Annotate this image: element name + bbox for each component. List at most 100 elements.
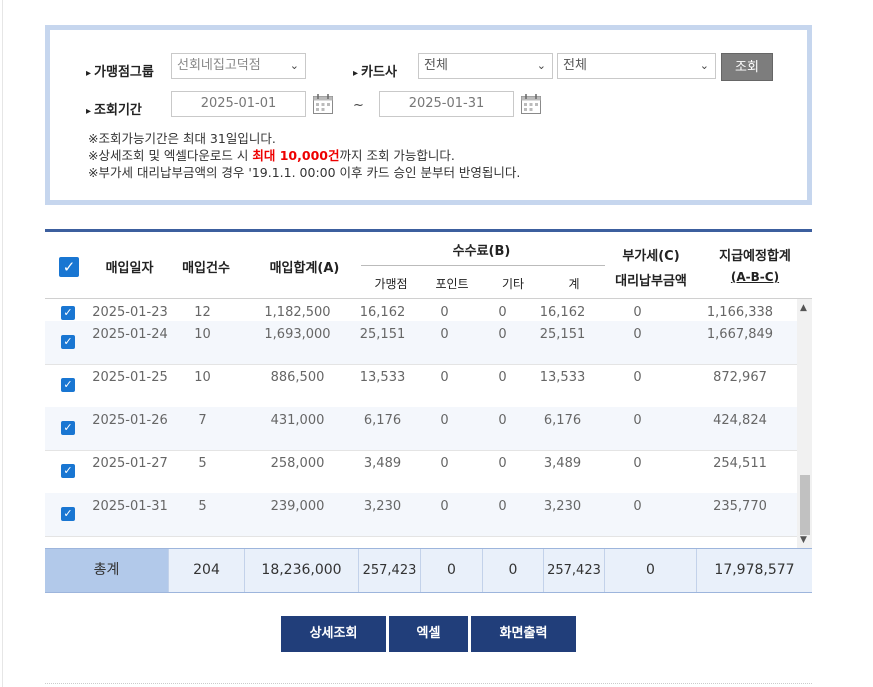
cell-payout: 254,511 bbox=[713, 456, 767, 471]
cell-fee-point: 0 bbox=[440, 370, 449, 385]
scrollbar-thumb[interactable] bbox=[800, 475, 810, 535]
chevron-down-icon: ⌄ bbox=[289, 59, 299, 72]
cell-date: 2025-01-25 bbox=[92, 370, 168, 385]
period-label: ▸ 조회기간 bbox=[86, 103, 142, 118]
header-vat: 부가세(C) bbox=[622, 249, 680, 264]
bullet-arrow-icon: ▸ bbox=[353, 68, 359, 79]
page-left-border bbox=[2, 0, 3, 687]
cell-fee-merchant: 6,176 bbox=[363, 413, 402, 428]
cell-sum: 1,693,000 bbox=[264, 327, 331, 342]
cell-vat: 0 bbox=[633, 499, 642, 514]
notice-text: ※조회가능기간은 최대 31일입니다. ※상세조회 및 엑셀다운로드 시 최대 … bbox=[88, 130, 520, 181]
cell-fee-total: 6,176 bbox=[543, 413, 582, 428]
row-checkbox[interactable]: ✓ bbox=[61, 421, 75, 435]
cell-fee-merchant: 3,489 bbox=[363, 456, 402, 471]
header-fee-point: 포인트 bbox=[435, 277, 469, 291]
card-company-select[interactable]: 전체 ⌄ bbox=[418, 53, 553, 79]
total-fee-merchant: 257,423 bbox=[359, 549, 421, 592]
cell-date: 2025-01-24 bbox=[92, 327, 168, 342]
cell-fee-other: 0 bbox=[498, 413, 507, 428]
cell-sum: 431,000 bbox=[270, 413, 325, 428]
notice-line-1: ※조회가능기간은 최대 31일입니다. bbox=[88, 131, 276, 146]
date-to-input[interactable]: 2025-01-31 bbox=[379, 91, 514, 117]
cell-count: 10 bbox=[194, 370, 211, 385]
print-button[interactable]: 화면출력 bbox=[471, 616, 576, 652]
row-checkbox[interactable]: ✓ bbox=[61, 464, 75, 478]
total-sum: 18,236,000 bbox=[245, 549, 359, 592]
cell-fee-point: 0 bbox=[440, 499, 449, 514]
total-payout: 17,978,577 bbox=[714, 562, 795, 578]
merchant-group-select[interactable]: 선회네집고덕점 ⌄ bbox=[171, 53, 306, 79]
cell-fee-total: 3,230 bbox=[543, 499, 582, 514]
table-body: ✓ 2025-01-23 12 1,182,500 16,162 0 0 16,… bbox=[45, 299, 797, 548]
header-count: 매입건수 bbox=[182, 261, 230, 276]
row-checkbox[interactable]: ✓ bbox=[61, 335, 75, 349]
total-label: 총계 bbox=[45, 549, 169, 592]
chevron-down-icon: ⌄ bbox=[699, 59, 709, 72]
row-checkbox[interactable]: ✓ bbox=[61, 306, 75, 320]
table-scrollbar[interactable]: ▲ ▼ bbox=[797, 299, 812, 548]
header-payout-formula: (A-B-C) bbox=[730, 270, 780, 284]
total-vat: 0 bbox=[605, 549, 697, 592]
total-fee-point: 0 bbox=[421, 549, 483, 592]
select-all-checkbox[interactable]: ✓ bbox=[59, 257, 79, 277]
date-range-separator: ~ bbox=[353, 98, 364, 113]
bullet-arrow-icon: ▸ bbox=[86, 68, 92, 79]
scroll-up-arrow-icon[interactable]: ▲ bbox=[800, 303, 807, 313]
total-count: 204 bbox=[169, 549, 245, 592]
header-date: 매입일자 bbox=[105, 261, 154, 276]
cell-date: 2025-01-31 bbox=[92, 499, 168, 514]
header-fee: 수수료(B) bbox=[452, 244, 511, 259]
cell-sum: 886,500 bbox=[270, 370, 325, 385]
total-row: 총계 204 18,236,000 257,423 0 0 257,423 0 … bbox=[45, 548, 812, 593]
cell-fee-other: 0 bbox=[498, 456, 507, 471]
calendar-icon[interactable] bbox=[520, 93, 542, 115]
cell-fee-other: 0 bbox=[498, 499, 507, 514]
cell-fee-other: 0 bbox=[498, 370, 507, 385]
cell-vat: 0 bbox=[633, 456, 642, 471]
cell-fee-merchant: 3,230 bbox=[363, 499, 402, 514]
cell-count: 7 bbox=[198, 413, 207, 428]
search-button[interactable]: 조회 bbox=[721, 53, 773, 81]
cell-fee-other: 0 bbox=[498, 327, 507, 342]
cell-payout: 1,667,849 bbox=[706, 327, 774, 342]
card-company-sub-select[interactable]: 전체 ⌄ bbox=[557, 53, 716, 79]
header-fee-other: 기타 bbox=[501, 277, 525, 291]
search-filter-panel: ▸ 가맹점그룹 선회네집고덕점 ⌄ ▸ 카드사 전체 ⌄ 전체 ⌄ 조회 ▸ 조회기간… bbox=[45, 25, 812, 205]
cell-fee-merchant: 25,151 bbox=[359, 327, 406, 342]
detail-view-button[interactable]: 상세조회 bbox=[281, 616, 386, 652]
header-fee-merchant: 가맹점 bbox=[374, 277, 408, 291]
header-fee-total: 계 bbox=[568, 277, 580, 291]
header-sum: 매입합계(A) bbox=[269, 261, 340, 276]
notice-line-3: ※부가세 대리납부금액의 경우 '19.1.1. 00:00 이후 카드 승인 … bbox=[88, 165, 521, 180]
chevron-down-icon: ⌄ bbox=[536, 59, 546, 72]
date-from-input[interactable]: 2025-01-01 bbox=[171, 91, 306, 117]
row-checkbox[interactable]: ✓ bbox=[61, 378, 75, 392]
cell-fee-point: 0 bbox=[440, 327, 449, 342]
cell-fee-total: 3,489 bbox=[543, 456, 582, 471]
total-fee-other: 0 bbox=[483, 549, 544, 592]
cell-vat: 0 bbox=[633, 327, 642, 342]
header-vat-proxy: 대리납부금액 bbox=[615, 274, 687, 289]
excel-button[interactable]: 엑셀 bbox=[389, 616, 468, 652]
cell-sum: 258,000 bbox=[270, 456, 325, 471]
card-company-label: ▸ 카드사 bbox=[353, 65, 397, 80]
bullet-arrow-icon: ▸ bbox=[86, 106, 92, 117]
header-fee-divider bbox=[361, 265, 605, 266]
cell-fee-point: 0 bbox=[440, 413, 449, 428]
cell-vat: 0 bbox=[633, 370, 642, 385]
notice-line-2: ※상세조회 및 엑셀다운로드 시 최대 10,000건까지 조회 가능합니다. bbox=[88, 148, 455, 163]
row-checkbox[interactable]: ✓ bbox=[61, 507, 75, 521]
cell-payout: 235,770 bbox=[713, 499, 767, 514]
scroll-down-arrow-icon[interactable]: ▼ bbox=[800, 535, 807, 545]
table-row[interactable]: ✓ 2025-01-31 5 239,000 3,230 0 0 3,230 0… bbox=[45, 493, 797, 537]
table-header: ✓ 매입일자 매입건수 매입합계(A) 수수료(B) 가맹점 포인트 기타 계 … bbox=[45, 232, 812, 299]
group-label: ▸ 가맹점그룹 bbox=[86, 65, 154, 80]
calendar-icon[interactable] bbox=[312, 93, 334, 115]
cell-date: 2025-01-27 bbox=[92, 456, 168, 471]
cell-fee-merchant: 13,533 bbox=[359, 370, 406, 385]
bottom-divider bbox=[45, 683, 812, 684]
cell-count: 10 bbox=[194, 327, 211, 342]
cell-fee-total: 25,151 bbox=[539, 327, 586, 342]
cell-fee-point: 0 bbox=[440, 456, 449, 471]
